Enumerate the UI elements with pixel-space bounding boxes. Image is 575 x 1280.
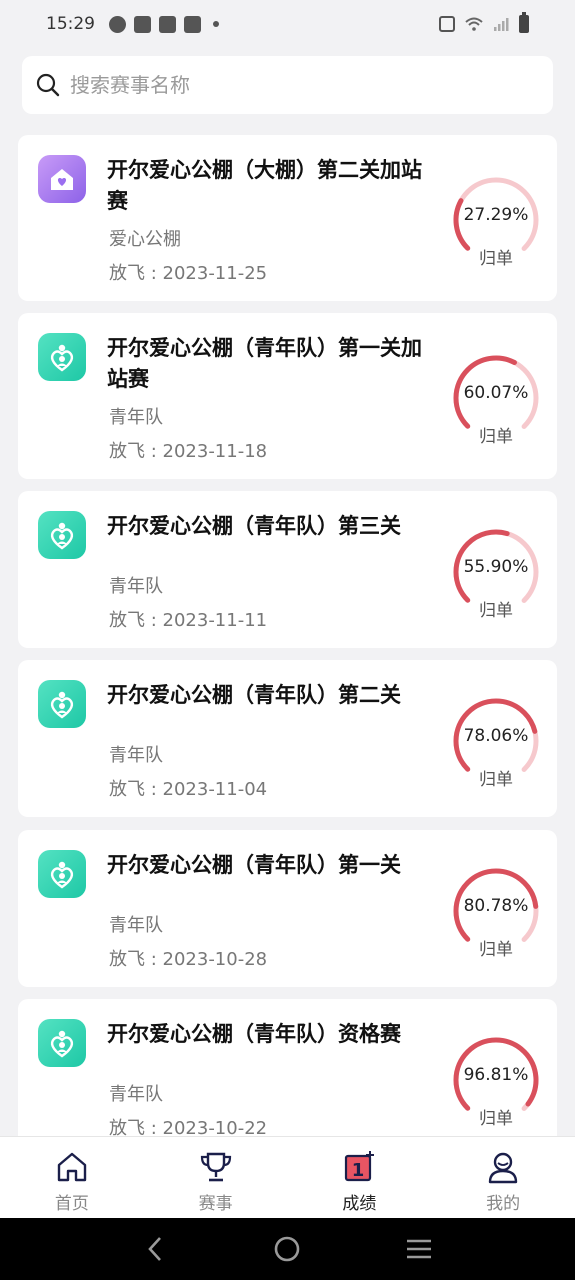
return-rate-percent: 78.06% [463, 726, 529, 746]
return-rate-percent: 60.07% [463, 383, 529, 403]
house-heart-icon [38, 155, 86, 203]
nav-item-races[interactable]: 赛事 [144, 1137, 288, 1218]
speedometer-icon [109, 15, 126, 33]
race-title: 开尔爱心公棚（青年队）第三关 [107, 514, 401, 538]
return-rate-label: 归单 [479, 601, 513, 621]
status-bar: 15:29 [0, 0, 575, 48]
race-title: 开尔爱心公棚（大棚）第二关加站赛 [107, 158, 422, 213]
race-card[interactable]: 开尔爱心公棚（青年队）第一关 青年队放飞 : 2023-10-28 80.78% 归单 [18, 830, 557, 987]
search-bar[interactable] [22, 56, 553, 114]
nav-item-results[interactable]: 1 成绩 [288, 1137, 432, 1218]
return-rate-percent: 27.29% [463, 205, 529, 225]
return-rate-gauge: 55.90% 归单 [448, 524, 544, 621]
nav-label: 我的 [486, 1194, 521, 1214]
return-rate-percent: 55.90% [463, 557, 529, 577]
return-rate-percent: 96.81% [463, 1065, 529, 1085]
return-rate-gauge: 60.07% 归单 [448, 350, 544, 447]
race-card[interactable]: 开尔爱心公棚（大棚）第二关加站赛爱心公棚放飞 : 2023-11-25 27.29… [18, 135, 557, 301]
menu-icon [407, 1239, 432, 1259]
battery-icon [519, 12, 529, 33]
race-release-date: 放飞 : 2023-11-04 [109, 779, 268, 800]
return-rate-label: 归单 [479, 1109, 513, 1129]
nav-item-profile[interactable]: 我的 [431, 1137, 575, 1218]
race-title: 开尔爱心公棚（青年队）第一关 [107, 853, 401, 877]
heart-person-icon [38, 1019, 86, 1067]
heart-person-icon [38, 333, 86, 381]
race-card[interactable]: 开尔爱心公棚（青年队）第二关 青年队放飞 : 2023-11-04 78.06% 归单 [18, 660, 557, 817]
more-notifications-icon [213, 21, 219, 27]
heart-person-icon [38, 680, 86, 728]
return-rate-gauge: 27.29% 归单 [448, 172, 544, 269]
wifi-icon [465, 17, 483, 31]
signal-icon [494, 18, 509, 31]
search-icon [36, 73, 60, 97]
race-team: 青年队 [109, 576, 163, 597]
nav-label: 赛事 [198, 1194, 233, 1214]
status-time: 15:29 [46, 14, 95, 34]
return-rate-percent: 80.78% [463, 896, 529, 916]
race-card[interactable]: 开尔爱心公棚（青年队）资格赛 青年队 放飞 : 2023-10-22 96.81% 归单 [18, 999, 557, 1156]
race-release-date: 放飞 : 2023-10-28 [109, 949, 268, 970]
race-team: 爱心公棚 [109, 229, 181, 250]
race-release-date: 放飞 : 2023-11-11 [109, 610, 268, 631]
race-team: 青年队 [109, 915, 163, 936]
back-button[interactable] [141, 1234, 171, 1264]
race-card[interactable]: 开尔爱心公棚（青年队）第一关加站赛青年队放飞 : 2023-11-18 60.07… [18, 313, 557, 479]
nav-label: 成绩 [342, 1194, 377, 1214]
search-input[interactable] [70, 73, 510, 97]
race-title: 开尔爱心公棚（青年队）第一关加站赛 [107, 336, 422, 391]
race-title: 开尔爱心公棚（青年队）第二关 [107, 683, 401, 707]
home-icon [57, 1152, 87, 1182]
return-rate-label: 归单 [479, 249, 513, 269]
race-card[interactable]: 开尔爱心公棚（青年队）第三关 青年队放飞 : 2023-11-11 55.90% 归单 [18, 491, 557, 648]
bottom-nav: 首页 赛事 1 成绩 我的 [0, 1136, 575, 1218]
back-icon [148, 1237, 161, 1261]
vibrate-icon [439, 16, 455, 32]
profile-icon [488, 1152, 518, 1184]
return-rate-gauge: 96.81% 归单 [448, 1032, 544, 1129]
trophy-icon [200, 1152, 231, 1182]
recents-button[interactable] [404, 1234, 434, 1264]
race-release-date: 放飞 : 2023-11-25 [109, 263, 268, 284]
home-circle-icon [275, 1236, 300, 1262]
return-rate-label: 归单 [479, 940, 513, 960]
shopping-bag-icon [134, 15, 151, 33]
svg-text:1: 1 [352, 1160, 365, 1181]
race-team: 青年队 [109, 1084, 163, 1105]
race-team: 青年队 [109, 407, 163, 428]
race-team: 青年队 [109, 745, 163, 766]
nav-label: 首页 [54, 1194, 89, 1214]
heart-person-icon [38, 850, 86, 898]
nav-item-home[interactable]: 首页 [0, 1137, 144, 1218]
shopping-bag-icon [184, 15, 201, 33]
race-title: 开尔爱心公棚（青年队）资格赛 [107, 1022, 401, 1046]
return-rate-label: 归单 [479, 427, 513, 447]
home-button[interactable] [272, 1234, 302, 1264]
shopping-bag-icon [159, 15, 176, 33]
system-navigation-bar [0, 1218, 575, 1280]
return-rate-gauge: 78.06% 归单 [448, 693, 544, 790]
heart-person-icon [38, 511, 86, 559]
ranking-icon: 1 [345, 1151, 375, 1182]
return-rate-label: 归单 [479, 770, 513, 790]
race-release-date: 放飞 : 2023-11-18 [109, 441, 268, 462]
return-rate-gauge: 80.78% 归单 [448, 863, 544, 960]
